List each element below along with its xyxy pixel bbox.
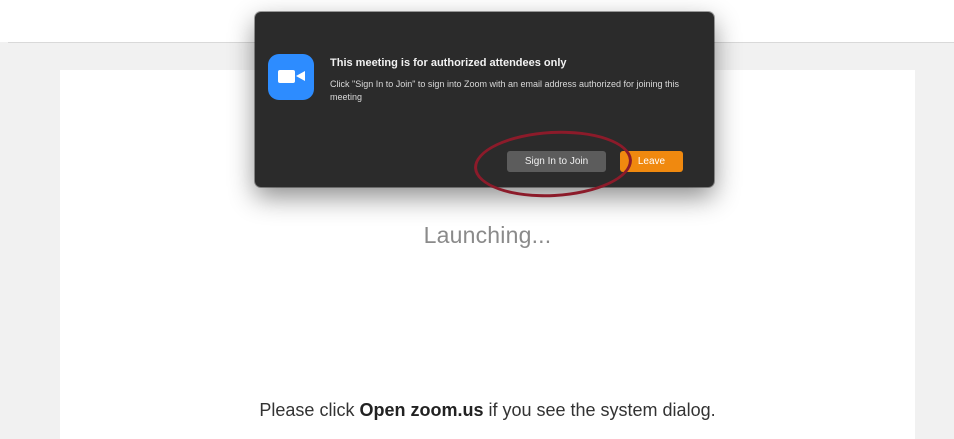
- instruction-prefix: Please click: [259, 400, 360, 420]
- instruction-suffix: if you see the system dialog.: [483, 400, 716, 420]
- dialog-title: This meeting is for authorized attendees…: [330, 57, 567, 69]
- open-zoom-label: Open zoom.us: [359, 400, 484, 420]
- zoom-camera-icon: [268, 54, 314, 100]
- camera-body-shape: [278, 70, 295, 83]
- open-zoom-instruction: Please click Open zoom.us if you see the…: [60, 400, 915, 421]
- authorized-attendees-dialog: This meeting is for authorized attendees…: [255, 12, 714, 187]
- leave-button[interactable]: Leave: [620, 151, 683, 172]
- sign-in-to-join-button[interactable]: Sign In to Join: [507, 151, 606, 172]
- camera-lens-shape: [296, 71, 305, 81]
- dialog-message: Click "Sign In to Join" to sign into Zoo…: [330, 79, 680, 102]
- launching-status: Launching...: [423, 222, 552, 248]
